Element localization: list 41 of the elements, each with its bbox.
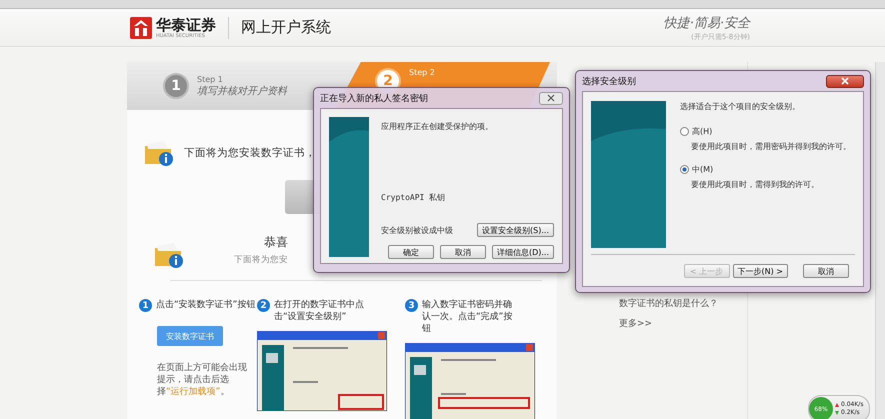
- dialog-button[interactable]: 取消: [440, 245, 486, 259]
- dialog-button[interactable]: 取消: [803, 264, 849, 278]
- dialog-title: 选择安全级别: [582, 76, 636, 88]
- guide-text: 输入数字证书密码并确认一次。点击“完成”按钮: [422, 299, 514, 335]
- option-description: 要使用此项目时，需得到我的许可。: [691, 179, 820, 190]
- sidebar-link[interactable]: 数字证书的私钥是什么？: [619, 297, 747, 310]
- notice-text: 下面将为您安装数字证书，: [184, 146, 316, 160]
- brand-name: 华泰证券: [156, 16, 216, 32]
- scrollbar[interactable]: [875, 62, 885, 419]
- set-security-level-button[interactable]: 设置安全级别(S)...: [477, 223, 554, 237]
- step-number: 2: [257, 299, 270, 312]
- option-description: 要使用此项目时，需用密码并得到我的许可。: [691, 141, 851, 152]
- guide-text: 点击“安装数字证书”按钮: [156, 299, 256, 311]
- option-label: 高(H): [692, 126, 712, 137]
- notice-text: 下面将为您安: [234, 254, 288, 266]
- radio-button[interactable]: [680, 165, 689, 174]
- dialog-message: 应用程序正在创建受保护的项。: [381, 121, 494, 132]
- option-label: 中(M): [692, 164, 714, 175]
- dialog-button[interactable]: 下一步(N) >: [732, 264, 788, 278]
- close-button[interactable]: [539, 92, 563, 104]
- close-icon: [547, 94, 555, 102]
- close-button[interactable]: [826, 74, 864, 88]
- sidebar-link[interactable]: 更多>>: [619, 317, 747, 330]
- notice-heading: 恭喜: [264, 234, 288, 251]
- radio-button[interactable]: [680, 127, 689, 136]
- key-name: CryptoAPI 私钥: [381, 192, 446, 203]
- dialog-message: 选择适合于这个项目的安全级别。: [680, 101, 801, 112]
- close-icon: [841, 77, 849, 85]
- step-number: 1: [139, 299, 152, 312]
- slogan: 快捷·简易·安全: [664, 14, 750, 32]
- guide-text: 在打开的数字证书中点击“设置安全级别”: [274, 299, 365, 323]
- site-title: 网上开户系统: [241, 18, 331, 37]
- step-number: 3: [405, 299, 418, 312]
- dialog-button[interactable]: 确定: [388, 245, 434, 259]
- logo-icon: [130, 16, 152, 38]
- dialog-button[interactable]: 详细信息(D)...: [492, 245, 554, 259]
- folder-info-icon: [144, 140, 174, 166]
- guide-note: 在页面上方可能会出现提示，请点击后选择“运行加载项”。: [157, 362, 247, 398]
- step-tab[interactable]: 1 Step 1 填写并核对开户资料: [127, 62, 307, 110]
- folder-info-icon: [154, 242, 184, 268]
- security-level-text: 安全级别被设成中级: [381, 224, 453, 236]
